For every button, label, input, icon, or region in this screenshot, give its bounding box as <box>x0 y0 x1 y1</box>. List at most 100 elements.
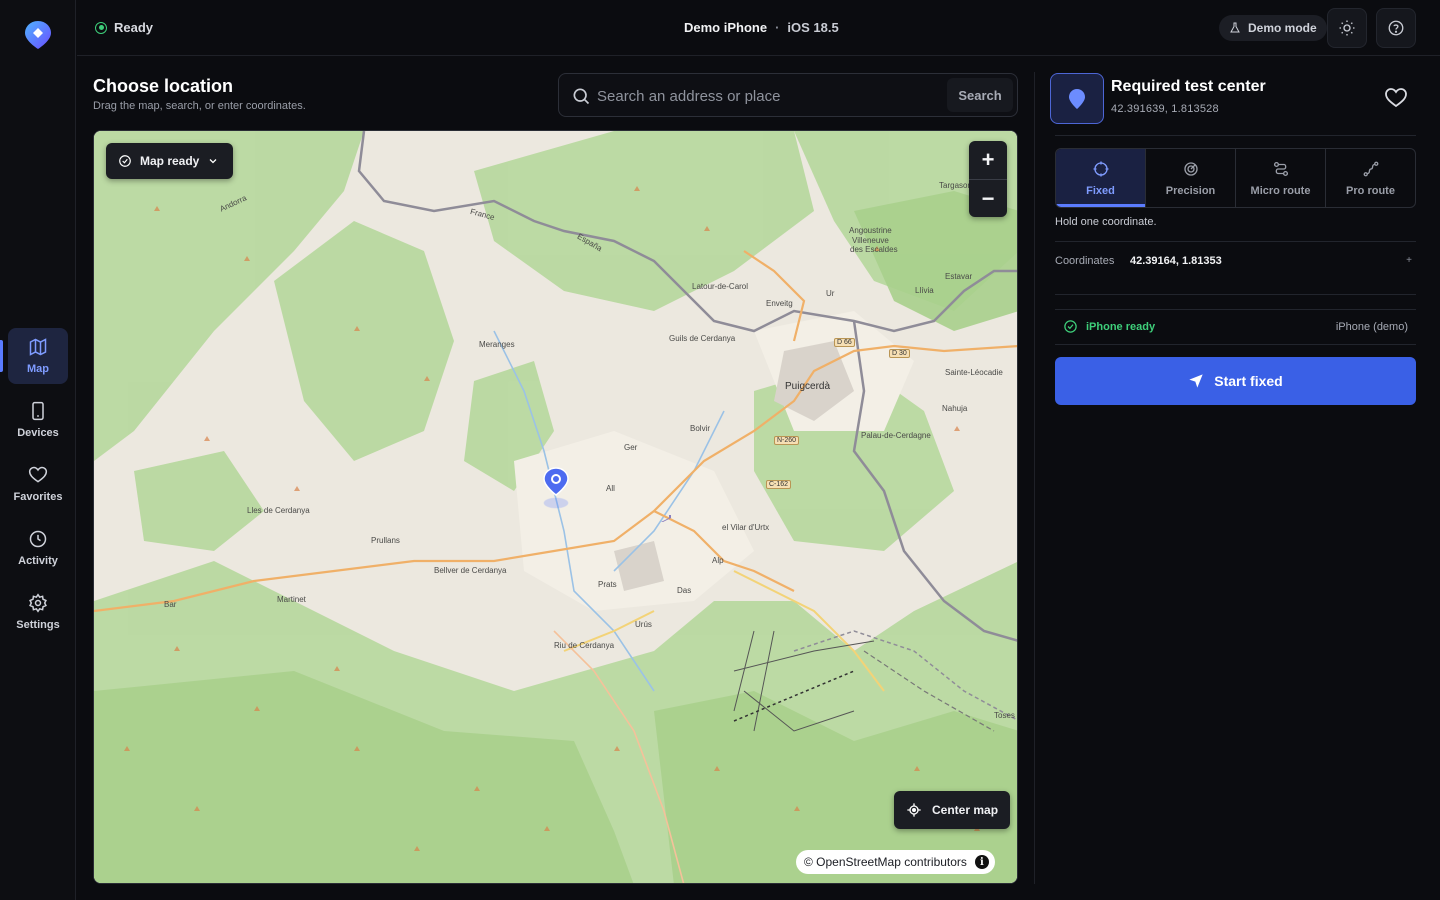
map-place-label: Bellver de Cerdanya <box>434 566 507 575</box>
divider <box>1055 294 1416 295</box>
device-ready-status: iPhone ready <box>1063 319 1155 334</box>
map-place-label: Latour-de-Carol <box>692 282 749 291</box>
check-circle-icon <box>1064 320 1077 333</box>
device-status-row: iPhone ready iPhone (demo) <box>1055 309 1416 345</box>
attribution-text: © OpenStreetMap contributors <box>804 855 967 869</box>
map-place-label: Angoustrine <box>849 226 892 235</box>
start-button-label: Start fixed <box>1214 373 1283 389</box>
page-title: Choose location <box>93 76 234 96</box>
flask-icon <box>1230 22 1240 33</box>
map-place-label: All <box>606 484 615 493</box>
road-shield: D 66 <box>834 338 855 347</box>
map-view[interactable]: Targasonne Angoustrine Villeneuve des Es… <box>93 130 1018 884</box>
map-place-label: Villeneuve <box>852 236 889 245</box>
coordinates-value[interactable]: 42.39164, 1.81353 <box>1130 255 1222 267</box>
panel-divider <box>1034 72 1035 884</box>
map-place-label: des Escaldes <box>850 245 898 254</box>
os-version: iOS 18.5 <box>787 20 839 35</box>
location-avatar <box>1050 73 1104 124</box>
search-input[interactable] <box>597 84 937 108</box>
help-button[interactable] <box>1376 8 1416 48</box>
divider <box>1055 135 1416 136</box>
map-place-label: Palau-de-Cerdagne <box>861 431 931 440</box>
map-place-label: Llívia <box>915 286 934 295</box>
road-shield: D 30 <box>889 349 910 358</box>
map-place-label: Urús <box>635 620 652 629</box>
map-icon <box>29 338 47 356</box>
sidebar-item-devices[interactable]: Devices <box>8 392 68 448</box>
road-shield: C-162 <box>766 480 792 489</box>
info-icon[interactable]: i <box>974 855 989 869</box>
clock-icon <box>29 530 47 548</box>
device-name: Demo iPhone <box>684 20 768 35</box>
favorite-heart-icon[interactable] <box>1384 86 1408 110</box>
map-place-label: Toses <box>994 711 1015 720</box>
mode-tab-pro-route[interactable]: Pro route <box>1325 149 1415 207</box>
map-status-dropdown[interactable]: Map ready <box>106 143 234 179</box>
sidebar-item-label: Map <box>27 363 49 375</box>
phone-icon <box>32 401 44 421</box>
heart-icon <box>28 466 48 483</box>
device-ready-label: iPhone ready <box>1086 320 1156 333</box>
sun-icon <box>1339 20 1355 36</box>
map-place-label: Nahuja <box>942 404 968 413</box>
mode-tab-micro-route[interactable]: Micro route <box>1235 149 1325 207</box>
road-shield: N-260 <box>774 436 800 445</box>
gear-icon <box>29 593 47 613</box>
title-separator: · <box>775 20 780 35</box>
mode-tab-precision[interactable]: Precision <box>1145 149 1235 207</box>
map-place-label: Ur <box>826 289 835 298</box>
start-fixed-button[interactable]: Start fixed <box>1055 357 1416 405</box>
map-place-label: Enveitg <box>766 299 793 308</box>
sidebar-item-label: Settings <box>16 619 60 631</box>
map-pin-icon <box>1069 88 1085 109</box>
demo-mode-badge[interactable]: Demo mode <box>1219 15 1327 41</box>
map-place-label: Guils de Cerdanya <box>669 334 736 343</box>
map-attribution[interactable]: © OpenStreetMap contributors i <box>796 850 995 874</box>
demo-mode-label: Demo mode <box>1248 21 1317 35</box>
sidebar-item-activity[interactable]: Activity <box>8 520 68 576</box>
check-circle-icon <box>119 155 131 167</box>
map-place-label: Prullans <box>371 536 400 545</box>
mode-label: Precision <box>1165 184 1216 197</box>
mode-selector: Fixed Precision Micro route Pro route <box>1055 148 1416 208</box>
search-button[interactable]: Search <box>947 78 1013 112</box>
sidebar: Map Devices Favorites Activity Settings <box>0 0 76 900</box>
connection-status: Ready <box>95 20 153 35</box>
navigation-arrow-icon <box>1189 374 1203 388</box>
map-place-label: Bolvir <box>690 424 711 433</box>
map-place-label: Martinet <box>277 595 306 604</box>
location-pin-icon[interactable] <box>543 467 569 511</box>
map-place-label: el Vilar d'Urtx <box>722 523 770 532</box>
radar-icon <box>1183 161 1198 176</box>
locate-icon <box>907 803 921 817</box>
zoom-in-button[interactable]: + <box>969 141 1007 179</box>
sidebar-item-favorites[interactable]: Favorites <box>8 456 68 512</box>
divider <box>1055 241 1416 242</box>
device-name-label: iPhone (demo) <box>1335 321 1408 333</box>
chevron-down-icon <box>209 159 217 164</box>
center-map-button[interactable]: Center map <box>894 791 1011 829</box>
mode-tab-fixed[interactable]: Fixed <box>1056 149 1145 207</box>
map-place-label: Riu de Cerdanya <box>554 641 615 650</box>
crosshair-icon <box>1093 161 1108 176</box>
page-subtitle: Drag the map, search, or enter coordinat… <box>93 100 306 112</box>
active-nav-indicator <box>0 340 3 372</box>
map-place-label: Bar <box>164 600 177 609</box>
sidebar-item-map[interactable]: Map <box>8 328 68 384</box>
sidebar-item-label: Devices <box>17 427 59 439</box>
route-icon <box>1273 161 1288 176</box>
center-map-label: Center map <box>932 803 999 817</box>
map-place-label: Sainte-Léocadie <box>945 368 1003 377</box>
coordinates-row[interactable]: Coordinates 42.39164, 1.81353 + <box>1055 255 1416 271</box>
map-place-label: Alp <box>712 556 724 565</box>
zoom-out-button[interactable]: − <box>969 179 1007 217</box>
sidebar-item-label: Activity <box>18 555 58 567</box>
theme-toggle-button[interactable] <box>1327 8 1367 48</box>
expand-coordinates-button[interactable]: + <box>1406 255 1412 266</box>
top-bar: Ready Demo iPhone · iOS 18.5 Demo mode <box>77 0 1440 56</box>
app-logo-icon[interactable] <box>24 20 52 50</box>
sidebar-item-settings[interactable]: Settings <box>8 584 68 640</box>
map-place-label: Das <box>677 586 692 595</box>
sidebar-item-label: Favorites <box>13 491 63 503</box>
